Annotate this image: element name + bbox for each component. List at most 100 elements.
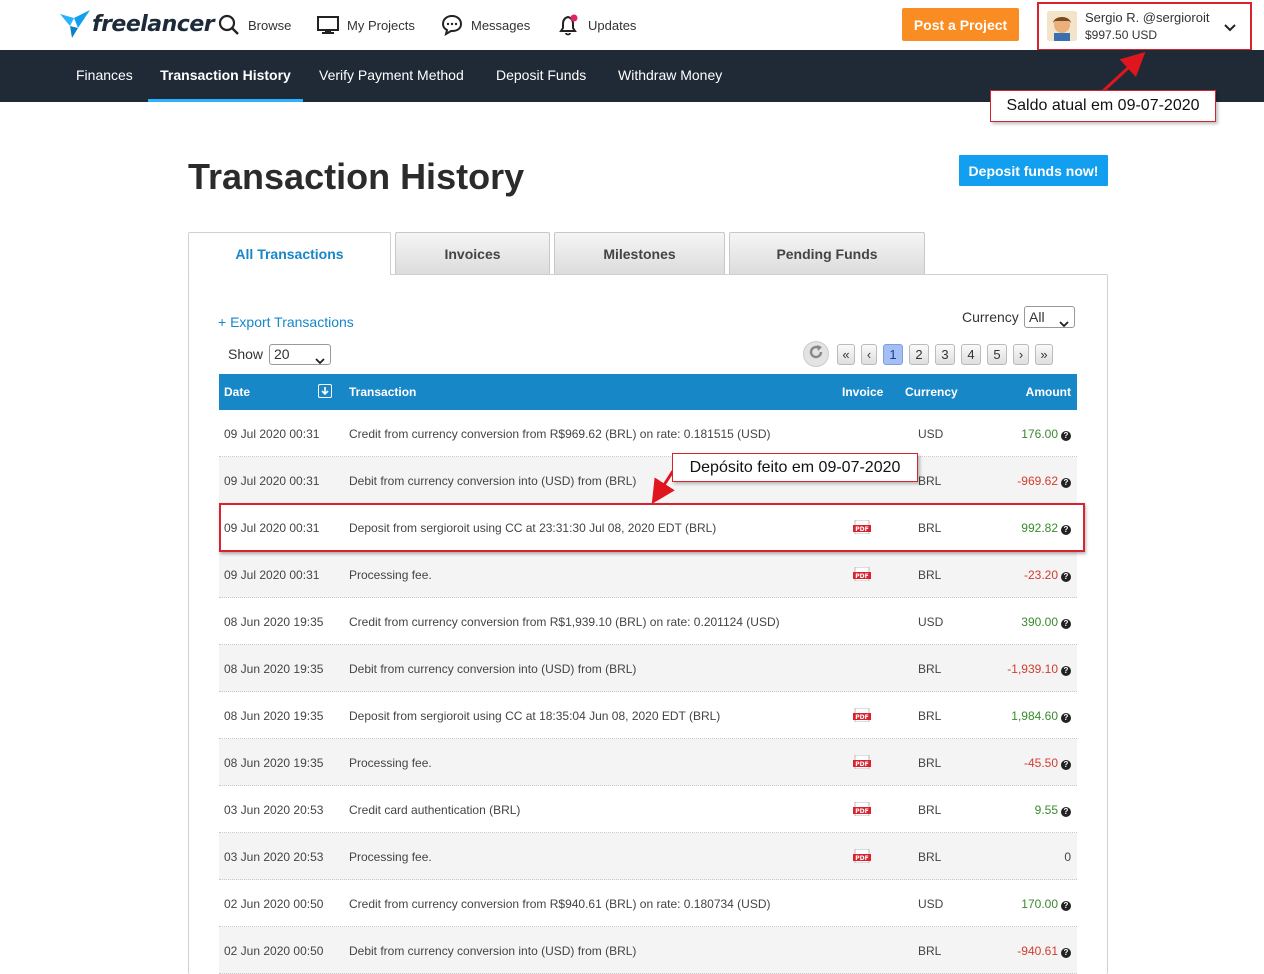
- tab-invoices[interactable]: Invoices: [395, 232, 550, 274]
- header-amount: Amount: [1025, 385, 1071, 399]
- row-amount: 9.55?: [1035, 803, 1071, 817]
- row-date: 02 Jun 2020 00:50: [224, 897, 324, 911]
- row-amount-value: -23.20: [1023, 568, 1058, 582]
- row-currency: USD: [918, 897, 944, 911]
- row-amount: 1,984.60?: [1011, 709, 1071, 723]
- post-project-button[interactable]: Post a Project: [902, 8, 1019, 41]
- monitor-icon: [317, 15, 339, 35]
- help-icon[interactable]: ?: [1061, 619, 1071, 629]
- freelancer-bird-icon: [60, 10, 90, 38]
- nav-updates[interactable]: Updates: [558, 0, 636, 50]
- row-amount: -23.20?: [1024, 568, 1071, 582]
- help-icon[interactable]: ?: [1061, 807, 1071, 817]
- row-currency: BRL: [918, 944, 942, 958]
- currency-select-value: All: [1029, 309, 1045, 325]
- row-date: 08 Jun 2020 19:35: [224, 662, 324, 676]
- show-count-value: 20: [274, 346, 290, 362]
- help-icon[interactable]: ?: [1061, 572, 1071, 582]
- deposit-highlight-box: [219, 503, 1085, 552]
- page-3-button[interactable]: 3: [935, 344, 955, 365]
- freelancer-logo[interactable]: freelancer: [60, 8, 215, 40]
- row-amount-value: -969.62: [1017, 474, 1058, 488]
- row-date: 08 Jun 2020 19:35: [224, 615, 324, 629]
- user-name: Sergio R. @sergioroit: [1085, 10, 1210, 25]
- export-transactions-link[interactable]: + Export Transactions: [218, 314, 354, 330]
- currency-select[interactable]: All: [1024, 306, 1075, 328]
- chevron-down-icon: [315, 351, 325, 370]
- svg-text:PDF: PDF: [855, 808, 868, 815]
- row-currency: BRL: [918, 662, 942, 676]
- subnav-verify-payment[interactable]: Verify Payment Method: [319, 50, 464, 102]
- help-icon[interactable]: ?: [1061, 478, 1071, 488]
- table-row: 08 Jun 2020 19:35 Deposit from sergioroit…: [219, 692, 1077, 739]
- pdf-invoice-icon[interactable]: PDF: [853, 707, 871, 723]
- page-4-button[interactable]: 4: [961, 344, 981, 365]
- table-row: 08 Jun 2020 19:35 Debit from currency con…: [219, 645, 1077, 692]
- row-amount: -940.61?: [1017, 944, 1071, 958]
- row-amount: 0: [1064, 850, 1071, 864]
- show-count-select[interactable]: 20: [269, 344, 331, 365]
- tab-all-transactions[interactable]: All Transactions: [188, 232, 391, 275]
- row-transaction: Processing fee.: [349, 850, 432, 864]
- user-menu[interactable]: Sergio R. @sergioroit $997.50 USD: [1037, 2, 1252, 51]
- help-icon[interactable]: ?: [1061, 901, 1071, 911]
- row-date: 09 Jul 2020 00:31: [224, 474, 320, 488]
- row-amount-value: -45.50: [1023, 756, 1058, 770]
- row-date: 08 Jun 2020 19:35: [224, 709, 324, 723]
- row-date: 09 Jul 2020 00:31: [224, 427, 320, 441]
- page-prev-button[interactable]: ‹: [861, 344, 877, 365]
- svg-text:PDF: PDF: [855, 714, 868, 721]
- row-transaction: Debit from currency conversion into (USD…: [349, 662, 637, 676]
- pdf-invoice-icon[interactable]: PDF: [853, 566, 871, 582]
- pdf-invoice-icon[interactable]: PDF: [853, 754, 871, 770]
- help-icon[interactable]: ?: [1061, 713, 1071, 723]
- row-amount-value: -1,939.10: [1007, 662, 1058, 676]
- row-amount-value: 176.00: [1021, 427, 1058, 441]
- page-1-button[interactable]: 1: [883, 344, 903, 365]
- row-currency: BRL: [918, 850, 942, 864]
- refresh-button[interactable]: [803, 341, 829, 367]
- page-title: Transaction History: [188, 156, 525, 197]
- table-row: 03 Jun 2020 20:53 Processing fee. PDF BRL 0: [219, 833, 1077, 880]
- top-bar: freelancer Browse My Projects Messages U…: [0, 0, 1264, 51]
- header-date[interactable]: Date: [224, 385, 250, 399]
- deposit-annotation: Depósito feito em 09-07-2020: [672, 453, 918, 482]
- table-row: 08 Jun 2020 19:35 Credit from currency co…: [219, 598, 1077, 645]
- nav-my-projects[interactable]: My Projects: [317, 0, 415, 50]
- subnav-finances[interactable]: Finances: [76, 50, 133, 102]
- sort-down-icon[interactable]: [318, 384, 332, 398]
- row-currency: BRL: [918, 568, 942, 582]
- subnav-withdraw-money[interactable]: Withdraw Money: [618, 50, 722, 102]
- subnav-transaction-history[interactable]: Transaction History: [148, 50, 303, 102]
- row-date: 03 Jun 2020 20:53: [224, 803, 324, 817]
- help-icon[interactable]: ?: [1061, 666, 1071, 676]
- row-transaction: Debit from currency conversion into (USD…: [349, 944, 637, 958]
- page-first-button[interactable]: «: [837, 344, 855, 365]
- tab-pending-funds[interactable]: Pending Funds: [729, 232, 925, 274]
- subnav-deposit-funds[interactable]: Deposit Funds: [496, 50, 586, 102]
- nav-browse-label: Browse: [248, 17, 292, 33]
- page-last-button[interactable]: »: [1035, 344, 1053, 365]
- row-currency: USD: [918, 615, 944, 629]
- help-icon[interactable]: ?: [1061, 431, 1071, 441]
- row-amount-value: -940.61: [1017, 944, 1058, 958]
- chevron-down-icon: [1059, 313, 1069, 333]
- nav-browse[interactable]: Browse: [218, 0, 291, 50]
- row-amount: -45.50?: [1024, 756, 1071, 770]
- help-icon[interactable]: ?: [1061, 760, 1071, 770]
- pdf-invoice-icon[interactable]: PDF: [853, 848, 871, 864]
- tab-milestones[interactable]: Milestones: [554, 232, 725, 274]
- row-transaction: Debit from currency conversion into (USD…: [349, 474, 637, 488]
- page-5-button[interactable]: 5: [987, 344, 1007, 365]
- balance-annotation: Saldo atual em 09-07-2020: [990, 90, 1216, 122]
- page-next-button[interactable]: ›: [1013, 344, 1029, 365]
- help-icon[interactable]: ?: [1061, 948, 1071, 958]
- page-2-button[interactable]: 2: [909, 344, 929, 365]
- nav-updates-label: Updates: [588, 17, 637, 33]
- pdf-invoice-icon[interactable]: PDF: [853, 801, 871, 817]
- row-date: 02 Jun 2020 00:50: [224, 944, 324, 958]
- row-currency: BRL: [918, 803, 942, 817]
- nav-messages[interactable]: Messages: [441, 0, 530, 50]
- row-transaction: Deposit from sergioroit using CC at 18:3…: [349, 709, 721, 723]
- deposit-funds-button[interactable]: Deposit funds now!: [959, 155, 1108, 186]
